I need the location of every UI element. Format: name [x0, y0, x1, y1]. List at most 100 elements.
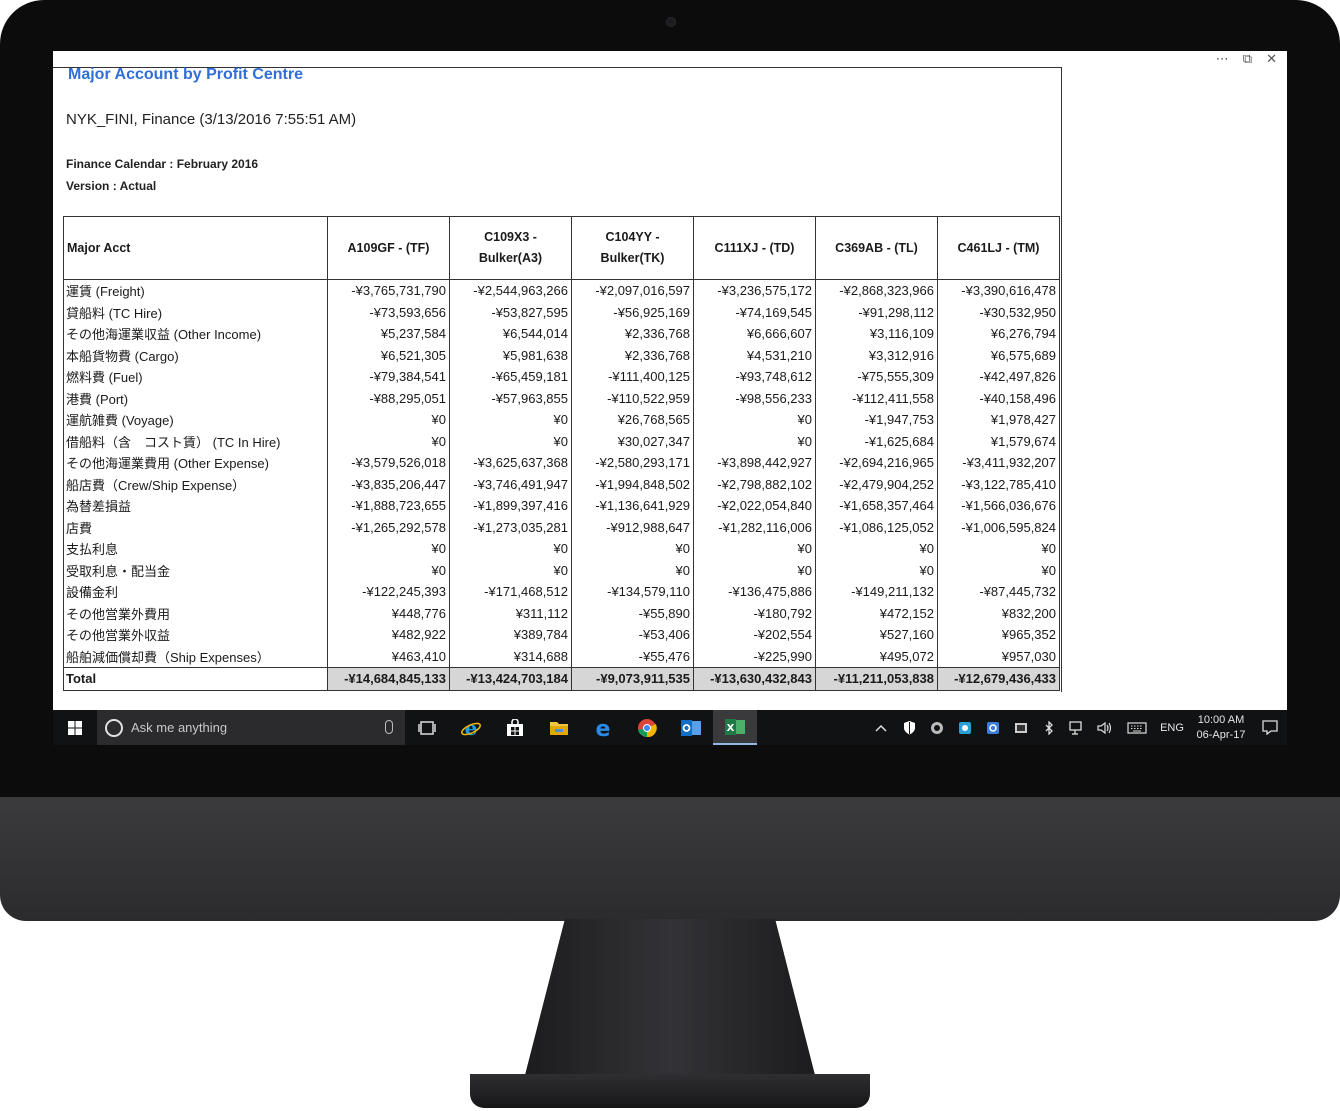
vmware-icon[interactable] — [1007, 722, 1035, 734]
amount-cell: -¥122,245,393 — [327, 581, 450, 603]
amount-cell: ¥6,544,014 — [449, 323, 572, 345]
folder-icon — [550, 721, 568, 735]
column-header: C104YY - Bulker(TK) — [571, 216, 694, 280]
language-indicator[interactable]: ENG — [1155, 722, 1189, 734]
amount-cell: -¥65,459,181 — [449, 366, 572, 388]
table-row: 船店費（Crew/Ship Expense） -¥3,835,206,447 -¥3… — [63, 473, 1060, 495]
amount-cell: -¥3,579,526,018 — [327, 452, 450, 474]
amount-cell: -¥2,022,054,840 — [693, 495, 816, 517]
more-options-icon[interactable]: ⋯ — [1216, 52, 1229, 67]
table-row: 港費 (Port) -¥88,295,051 -¥57,963,855 -¥110,5… — [63, 387, 1060, 409]
amount-cell: -¥88,295,051 — [327, 387, 450, 409]
amount-cell: -¥3,236,575,172 — [693, 279, 816, 302]
file-explorer-button[interactable] — [537, 710, 581, 745]
task-view-button[interactable] — [405, 710, 449, 745]
sync-icon[interactable] — [923, 721, 951, 735]
amount-cell: ¥832,200 — [937, 602, 1060, 624]
amount-cell: ¥495,072 — [815, 645, 938, 668]
network-icon[interactable] — [1063, 720, 1091, 735]
amount-cell: -¥73,593,656 — [327, 301, 450, 323]
amount-cell: -¥2,798,882,102 — [693, 473, 816, 495]
task-view-icon — [418, 720, 436, 735]
version-label: Version : Actual — [66, 179, 157, 193]
svg-text:e: e — [596, 717, 611, 739]
amount-cell: -¥3,625,637,368 — [449, 452, 572, 474]
amount-cell: ¥965,352 — [937, 624, 1060, 646]
amount-cell: -¥110,522,959 — [571, 387, 694, 409]
excel-button[interactable]: X — [713, 710, 757, 745]
amount-cell: -¥3,390,616,478 — [937, 279, 1060, 302]
amount-cell: -¥2,868,323,966 — [815, 279, 938, 302]
table-row: 船舶減価償却費（Ship Expenses） ¥463,410 ¥314,688 -¥… — [63, 645, 1060, 668]
amount-cell: -¥912,988,647 — [571, 516, 694, 538]
amount-cell: -¥180,792 — [693, 602, 816, 624]
keyboard-icon[interactable] — [1119, 721, 1155, 734]
account-name-cell: 港費 (Port) — [63, 387, 328, 409]
windows-logo-icon — [68, 720, 82, 735]
remote-app-icon[interactable] — [979, 721, 1007, 735]
amount-cell: ¥2,336,768 — [571, 323, 694, 345]
cloud-app-icon[interactable] — [951, 721, 979, 735]
total-amount-cell: -¥9,073,911,535 — [571, 667, 694, 691]
search-placeholder: Ask me anything — [131, 720, 228, 735]
outlook-icon — [681, 719, 701, 736]
report-subtitle: NYK_FINI, Finance (3/13/2016 7:55:51 AM) — [66, 111, 357, 128]
amount-cell: ¥6,276,794 — [937, 323, 1060, 345]
amount-cell: -¥3,122,785,410 — [937, 473, 1060, 495]
amount-cell: -¥91,298,112 — [815, 301, 938, 323]
amount-cell: ¥0 — [327, 559, 450, 581]
bluetooth-icon[interactable] — [1035, 720, 1063, 735]
amount-cell: ¥6,666,607 — [693, 323, 816, 345]
security-shield-icon[interactable] — [895, 720, 923, 735]
amount-cell: -¥74,169,545 — [693, 301, 816, 323]
show-hidden-icons-chevron-icon[interactable] — [867, 724, 895, 732]
account-name-cell: 設備金利 — [63, 581, 328, 603]
account-name-cell: 燃料費 (Fuel) — [63, 366, 328, 388]
amount-cell: -¥57,963,855 — [449, 387, 572, 409]
edge-icon: e — [596, 717, 611, 739]
total-row: Total -¥14,684,845,133 -¥13,424,703,184 -¥9… — [63, 667, 1060, 691]
amount-cell: ¥389,784 — [449, 624, 572, 646]
amount-cell: ¥6,575,689 — [937, 344, 1060, 366]
store-button[interactable] — [493, 710, 537, 745]
column-header: A109GF - (TF) — [327, 216, 450, 280]
monitor-base — [470, 1074, 870, 1108]
clock-time: 10:00 AM — [1197, 713, 1245, 726]
restore-icon[interactable]: ⧉ — [1243, 52, 1252, 67]
volume-icon[interactable] — [1091, 721, 1119, 735]
action-center-icon[interactable] — [1253, 720, 1287, 735]
amount-cell: ¥463,410 — [327, 645, 450, 668]
amount-cell: -¥87,445,732 — [937, 581, 1060, 603]
chrome-button[interactable] — [625, 710, 669, 745]
amount-cell: -¥2,097,016,597 — [571, 279, 694, 302]
amount-cell: ¥4,531,210 — [693, 344, 816, 366]
cortana-search-box[interactable]: Ask me anything — [97, 710, 405, 745]
edge-button[interactable]: e — [581, 710, 625, 745]
amount-cell: -¥1,086,125,052 — [815, 516, 938, 538]
clock[interactable]: 10:00 AM 06-Apr-17 — [1189, 713, 1253, 743]
start-button[interactable] — [53, 710, 97, 745]
amount-cell: -¥136,475,886 — [693, 581, 816, 603]
amount-cell: -¥225,990 — [693, 645, 816, 668]
screen: ⋯ ⧉ ✕ Major Account by Profit Centre NYK… — [53, 51, 1287, 745]
table-row: その他営業外費用 ¥448,776 ¥311,112 -¥55,890 -¥180,79… — [63, 602, 1060, 624]
amount-cell: ¥5,237,584 — [327, 323, 450, 345]
amount-cell: ¥5,981,638 — [449, 344, 572, 366]
amount-cell: -¥1,136,641,929 — [571, 495, 694, 517]
chrome-icon — [638, 718, 657, 737]
microphone-icon[interactable] — [385, 720, 393, 734]
amount-cell: -¥2,694,216,965 — [815, 452, 938, 474]
account-name-cell: その他営業外収益 — [63, 624, 328, 646]
amount-cell: ¥0 — [327, 538, 450, 560]
close-icon[interactable]: ✕ — [1266, 52, 1277, 67]
table-row: 運賃 (Freight) -¥3,765,731,790 -¥2,544,963,2… — [63, 279, 1060, 302]
account-name-cell: 貸船料 (TC Hire) — [63, 301, 328, 323]
table-row: 設備金利 -¥122,245,393 -¥171,468,512 -¥134,579,… — [63, 581, 1060, 603]
outlook-button[interactable] — [669, 710, 713, 745]
monitor-stand — [524, 919, 816, 1079]
amount-cell: -¥93,748,612 — [693, 366, 816, 388]
amount-cell: -¥53,827,595 — [449, 301, 572, 323]
internet-explorer-button[interactable]: e — [449, 710, 493, 745]
account-name-cell: 船舶減価償却費（Ship Expenses） — [63, 645, 328, 668]
amount-cell: -¥202,554 — [693, 624, 816, 646]
